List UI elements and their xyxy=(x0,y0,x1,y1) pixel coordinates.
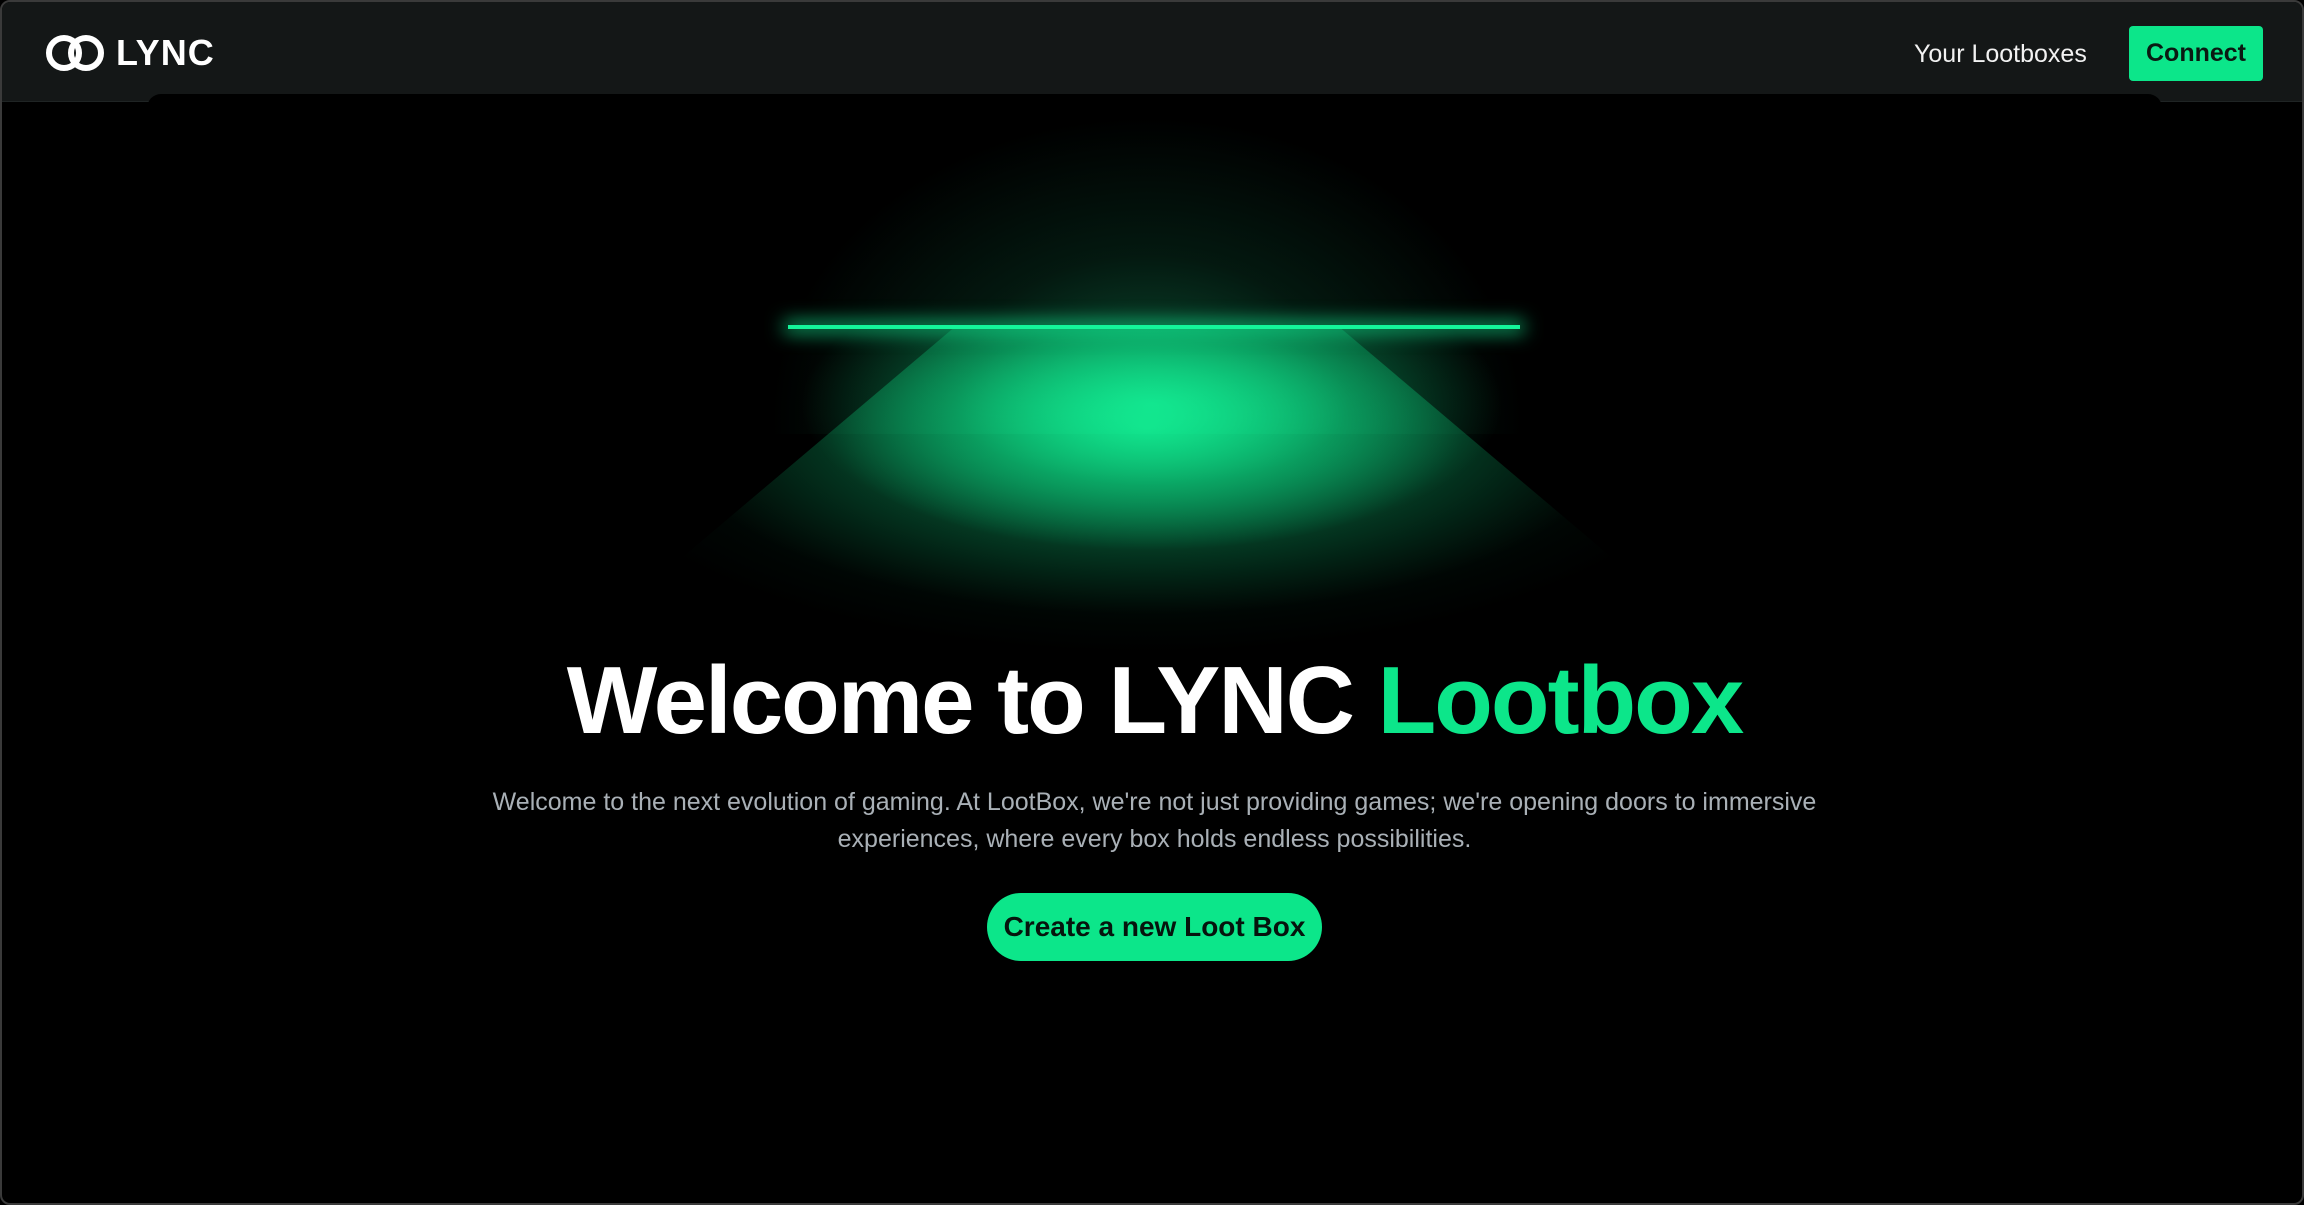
hero-title: Welcome to LYNC Lootbox xyxy=(147,646,2162,756)
top-navbar: LYNC Your Lootboxes Connect xyxy=(2,2,2302,102)
light-bar xyxy=(788,325,1520,329)
hero-title-accent: Lootbox xyxy=(1377,647,1745,754)
create-loot-box-button[interactable]: Create a new Loot Box xyxy=(987,893,1322,961)
connect-button[interactable]: Connect xyxy=(2129,26,2263,81)
hero-title-main: Welcome to LYNC xyxy=(566,647,1378,754)
nav-link-your-lootboxes[interactable]: Your Lootboxes xyxy=(1914,34,2087,74)
brand-logo[interactable]: LYNC xyxy=(44,32,215,74)
glow-core xyxy=(787,326,1517,586)
hero-description: Welcome to the next evolution of gaming.… xyxy=(492,788,1817,853)
hero-section: Welcome to LYNC Lootbox Welcome to the n… xyxy=(147,94,2162,1203)
brand-name: LYNC xyxy=(116,32,215,73)
linked-rings-icon xyxy=(46,35,104,71)
app-window: LYNC Your Lootboxes Connect Welcome to L… xyxy=(0,0,2304,1205)
